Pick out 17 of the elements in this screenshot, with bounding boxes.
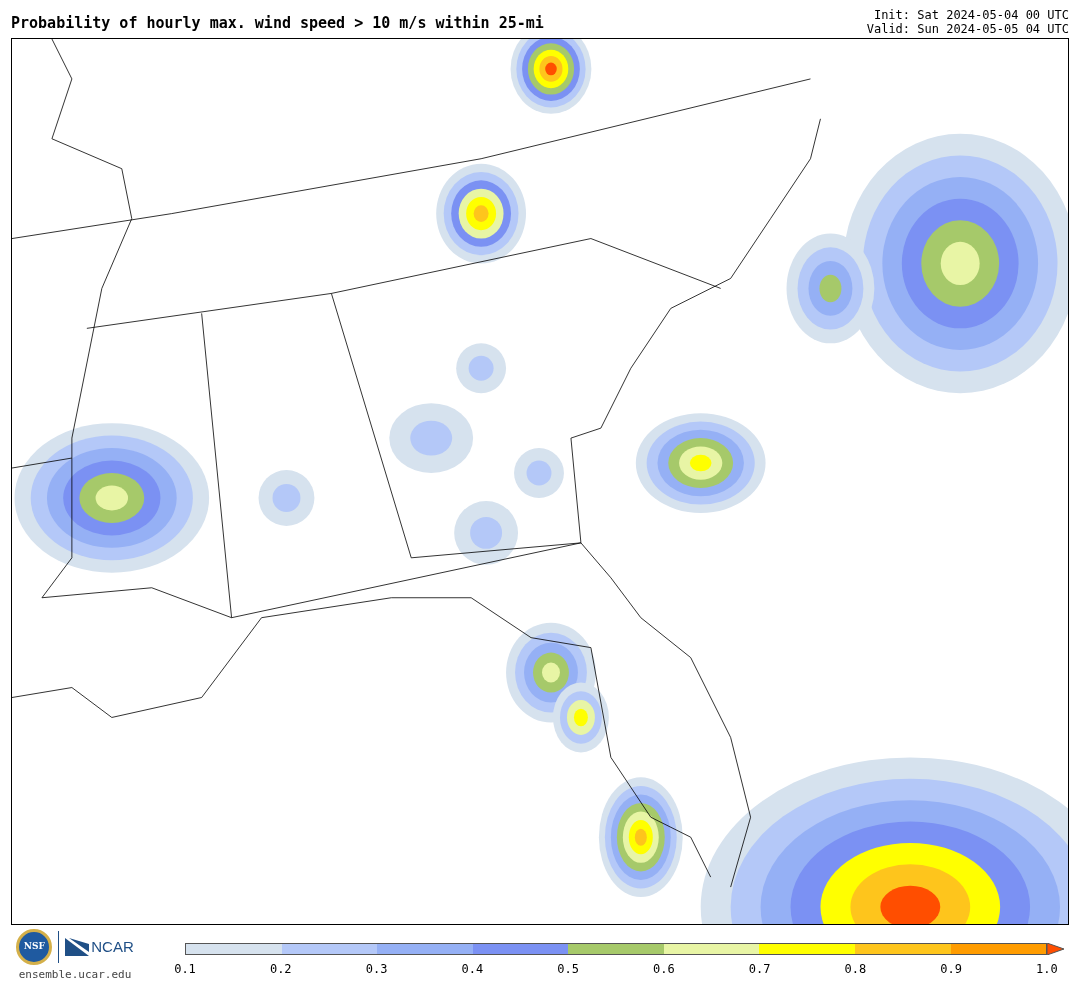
colorbar-tick-label: 0.5 [556,961,580,978]
colorbar-tick-label: 0.7 [747,961,772,978]
valid-time: Valid: Sun 2024-05-05 04 UTC [866,22,1069,36]
colorbar-tick-label: 0.6 [652,961,676,978]
ncar-mark-icon [65,938,90,956]
website-url: ensemble.ucar.edu [18,967,132,983]
colorbar-tick-label: 0.4 [460,961,485,978]
colorbar-tick-label: 0.3 [364,961,389,978]
ncar-logo: NCAR [91,936,134,957]
colorbar-tick-label: 1.0 [1035,961,1059,978]
colorbar-tick-label: 0.2 [268,961,293,978]
colorbar-tick-label: 0.1 [173,961,197,978]
colorbar-tick-label: 0.8 [843,961,868,978]
init-time: Init: Sat 2024-05-04 00 UTC [873,8,1069,22]
chart-title: Probability of hourly max. wind speed > 10 m/s within 25-mi [11,12,544,34]
colorbar-tick-label: 0.9 [939,961,963,978]
nsf-logo: NSF [16,929,53,965]
